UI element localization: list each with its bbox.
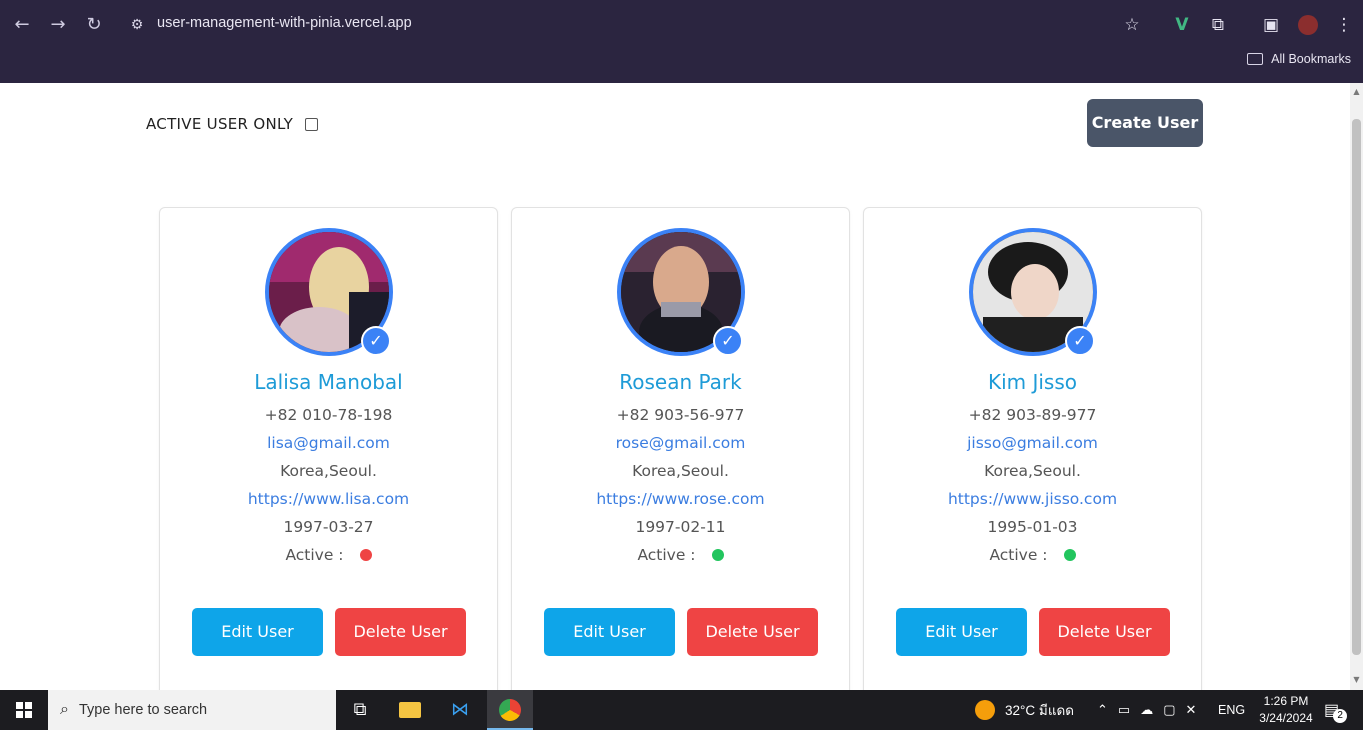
weather-widget[interactable]: 32°C มีแดด bbox=[975, 690, 1074, 730]
browser-chrome: ← → ↻ ⚙ user-management-with-pinia.verce… bbox=[0, 0, 1363, 83]
vue-devtools-icon[interactable]: V bbox=[1170, 13, 1194, 37]
system-tray: ⌃ ▭ ☁ ▢ ✕ bbox=[1097, 690, 1196, 730]
chrome-icon[interactable] bbox=[487, 690, 533, 730]
volume-muted-icon[interactable]: ✕ bbox=[1186, 702, 1197, 718]
windows-logo-icon bbox=[16, 702, 32, 718]
user-card: ✓ Lalisa Manobal +82 010-78-198 lisa@gma… bbox=[159, 207, 498, 690]
side-panel-icon[interactable]: ▣ bbox=[1259, 13, 1283, 37]
user-phone: +82 010-78-198 bbox=[264, 406, 393, 424]
user-email[interactable]: jisso@gmail.com bbox=[864, 434, 1201, 452]
user-website[interactable]: https://www.jisso.com bbox=[864, 490, 1201, 508]
browser-toolbar: ← → ↻ ⚙ user-management-with-pinia.verce… bbox=[0, 0, 1363, 50]
notification-count: 2 bbox=[1333, 709, 1348, 723]
user-email[interactable]: rose@gmail.com bbox=[512, 434, 849, 452]
back-arrow-icon[interactable]: ← bbox=[10, 13, 34, 37]
active-label: Active : bbox=[285, 546, 344, 564]
extensions-puzzle-icon[interactable]: ⧉ bbox=[1206, 13, 1230, 37]
taskbar: ⌕ Type here to search ⧉ ⋈ 32°C มีแดด ⌃ ▭… bbox=[0, 690, 1363, 730]
task-view-icon[interactable]: ⧉ bbox=[337, 690, 383, 730]
verified-check-icon: ✓ bbox=[1065, 326, 1095, 356]
avatar-wrap: ✓ bbox=[969, 228, 1097, 356]
page-scrollbar[interactable]: ▲ ▼ bbox=[1350, 83, 1363, 690]
reload-icon[interactable]: ↻ bbox=[82, 13, 106, 37]
active-user-only-checkbox[interactable] bbox=[305, 117, 319, 131]
user-active-status: Active : bbox=[160, 546, 497, 564]
forward-arrow-icon[interactable]: → bbox=[46, 13, 70, 37]
avatar-wrap: ✓ bbox=[265, 228, 393, 356]
active-label: Active : bbox=[637, 546, 696, 564]
sun-weather-icon bbox=[975, 700, 995, 720]
user-name: Kim Jisso bbox=[987, 370, 1078, 394]
user-address: Korea,Seoul. bbox=[984, 462, 1081, 480]
tray-chevron-up-icon[interactable]: ⌃ bbox=[1097, 702, 1108, 718]
user-website[interactable]: https://www.rose.com bbox=[512, 490, 849, 508]
all-bookmarks-label: All Bookmarks bbox=[1271, 52, 1351, 66]
profile-avatar-icon[interactable] bbox=[1296, 13, 1320, 37]
active-user-only-label: ACTIVE USER ONLY bbox=[146, 115, 294, 133]
scroll-down-icon[interactable]: ▼ bbox=[1352, 675, 1361, 684]
user-active-status: Active : bbox=[512, 546, 849, 564]
notification-center-icon[interactable]: ▤ 2 bbox=[1324, 690, 1348, 730]
delete-user-button[interactable]: Delete User bbox=[687, 608, 818, 656]
start-button[interactable] bbox=[0, 690, 48, 730]
scroll-up-icon[interactable]: ▲ bbox=[1352, 87, 1361, 96]
user-website[interactable]: https://www.lisa.com bbox=[160, 490, 497, 508]
user-name: Lalisa Manobal bbox=[254, 370, 403, 394]
vscode-icon[interactable]: ⋈ bbox=[437, 690, 483, 730]
page-content: ACTIVE USER ONLY Create User ✓ Lalisa Ma… bbox=[0, 83, 1350, 690]
create-user-button[interactable]: Create User bbox=[1087, 99, 1203, 147]
user-phone: +82 903-89-977 bbox=[968, 406, 1097, 424]
user-card: ✓ Rosean Park +82 903-56-977 rose@gmail.… bbox=[511, 207, 850, 690]
delete-user-button[interactable]: Delete User bbox=[335, 608, 466, 656]
taskbar-search[interactable]: ⌕ Type here to search bbox=[48, 690, 336, 730]
user-card: ✓ Kim Jisso +82 903-89-977 jisso@gmail.c… bbox=[863, 207, 1202, 690]
verified-check-icon: ✓ bbox=[713, 326, 743, 356]
verified-check-icon: ✓ bbox=[361, 326, 391, 356]
taskbar-clock[interactable]: 1:26 PM 3/24/2024 bbox=[1248, 693, 1324, 727]
bookmark-star-icon[interactable]: ☆ bbox=[1120, 13, 1144, 37]
user-name: Rosean Park bbox=[619, 370, 742, 394]
weather-text: 32°C มีแดด bbox=[1005, 703, 1075, 718]
onedrive-cloud-icon[interactable]: ☁ bbox=[1140, 702, 1153, 718]
user-birthday: 1995-01-03 bbox=[987, 518, 1078, 536]
language-indicator[interactable]: ENG bbox=[1218, 690, 1245, 730]
avatar-wrap: ✓ bbox=[617, 228, 745, 356]
search-icon: ⌕ bbox=[60, 701, 69, 718]
site-settings-icon[interactable]: ⚙ bbox=[126, 14, 148, 36]
folder-icon bbox=[1247, 53, 1264, 65]
user-email[interactable]: lisa@gmail.com bbox=[160, 434, 497, 452]
taskbar-search-placeholder: Type here to search bbox=[78, 702, 208, 718]
edit-user-button[interactable]: Edit User bbox=[896, 608, 1027, 656]
active-label: Active : bbox=[989, 546, 1048, 564]
user-phone: +82 903-56-977 bbox=[616, 406, 745, 424]
user-active-status: Active : bbox=[864, 546, 1201, 564]
clock-time: 1:26 PM bbox=[1263, 694, 1309, 708]
status-dot-icon bbox=[359, 549, 372, 561]
user-birthday: 1997-03-27 bbox=[283, 518, 374, 536]
edit-user-button[interactable]: Edit User bbox=[192, 608, 323, 656]
clock-date: 3/24/2024 bbox=[1259, 711, 1313, 725]
address-bar-url[interactable]: user-management-with-pinia.vercel.app bbox=[157, 15, 412, 31]
all-bookmarks[interactable]: All Bookmarks bbox=[1247, 52, 1351, 66]
battery-icon[interactable]: ▭ bbox=[1118, 702, 1130, 718]
status-dot-icon bbox=[711, 549, 724, 561]
menu-kebab-icon[interactable]: ⋮ bbox=[1332, 13, 1356, 37]
scroll-thumb[interactable] bbox=[1352, 119, 1361, 655]
status-dot-icon bbox=[1063, 549, 1076, 561]
active-user-filter: ACTIVE USER ONLY bbox=[146, 115, 319, 133]
user-address: Korea,Seoul. bbox=[632, 462, 729, 480]
edit-user-button[interactable]: Edit User bbox=[544, 608, 675, 656]
user-birthday: 1997-02-11 bbox=[635, 518, 726, 536]
network-icon[interactable]: ▢ bbox=[1163, 702, 1175, 718]
user-address: Korea,Seoul. bbox=[280, 462, 377, 480]
delete-user-button[interactable]: Delete User bbox=[1039, 608, 1170, 656]
file-explorer-icon[interactable] bbox=[387, 690, 433, 730]
